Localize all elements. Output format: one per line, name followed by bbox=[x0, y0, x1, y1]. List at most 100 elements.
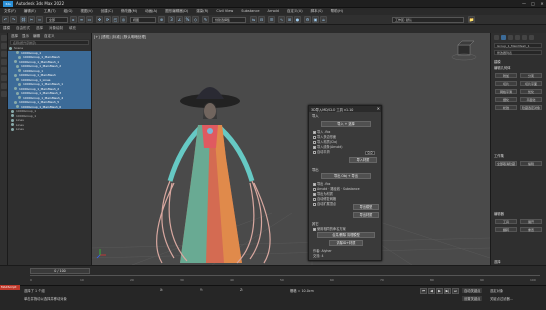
ribbon-tab-2[interactable]: 选择 bbox=[33, 25, 46, 32]
timeline[interactable]: 0 / 100 0 10 20 30 40 50 60 70 80 90 100 bbox=[0, 265, 546, 285]
place-icon[interactable]: ◎ bbox=[120, 16, 127, 23]
spinner-snap-icon[interactable]: ◇ bbox=[192, 16, 199, 23]
visibility-icon[interactable] bbox=[11, 118, 14, 122]
export-model-button[interactable]: 导出模型 bbox=[353, 204, 379, 210]
command-panel-button[interactable]: 切片平面 bbox=[520, 81, 542, 86]
dialog-checkbox-row[interactable]: 自动平滑 bbox=[313, 149, 330, 154]
create-tab-icon[interactable] bbox=[494, 35, 499, 40]
edit-named-selection-icon[interactable]: ✎ bbox=[202, 16, 209, 23]
play-icon[interactable]: ▶ bbox=[436, 288, 443, 294]
visibility-icon[interactable] bbox=[14, 100, 17, 104]
command-panel-button[interactable]: 附加 bbox=[495, 73, 517, 78]
select-object-icon[interactable]: ▸ bbox=[70, 16, 77, 23]
move-icon[interactable]: ✥ bbox=[96, 16, 103, 23]
percent-snap-icon[interactable]: % bbox=[184, 16, 191, 23]
selection-filter-dropdown[interactable]: 全部 bbox=[46, 17, 68, 23]
checkbox-icon[interactable] bbox=[313, 202, 316, 206]
visibility-icon[interactable] bbox=[14, 73, 17, 77]
link-icon[interactable]: ⛓ bbox=[20, 16, 27, 23]
command-panel-button[interactable]: 优化 bbox=[520, 89, 542, 94]
menu-item-13[interactable]: 自定义(U) bbox=[283, 8, 307, 15]
schematic-view-icon[interactable]: ⊞ bbox=[286, 16, 293, 23]
display-tab-icon[interactable] bbox=[522, 35, 527, 40]
export-obj-button[interactable]: 导出 Obj + 导出 bbox=[321, 173, 371, 179]
section-workset[interactable]: 工作集 bbox=[494, 153, 504, 158]
visibility-icon[interactable] bbox=[16, 64, 19, 68]
snap-toggle-icon[interactable]: 3 bbox=[168, 16, 175, 23]
ribbon-tab-1[interactable]: 自由形式 bbox=[13, 25, 33, 32]
bind-space-warp-icon[interactable]: ≈ bbox=[36, 16, 43, 23]
visibility-icon[interactable] bbox=[16, 51, 19, 54]
menu-item-11[interactable]: Substance bbox=[237, 8, 263, 14]
section-editor[interactable]: 编辑器 bbox=[494, 211, 504, 216]
dialog-checkbox-row[interactable]: 使用相同的命名方案 bbox=[313, 226, 346, 231]
section-select[interactable]: 选择 bbox=[494, 259, 501, 264]
menu-item-6[interactable]: 修改器(M) bbox=[117, 8, 141, 15]
motion-tab-icon[interactable] bbox=[515, 35, 520, 40]
menu-item-4[interactable]: 视图(V) bbox=[77, 8, 97, 15]
visibility-icon[interactable] bbox=[18, 69, 21, 72]
scene-tab-0[interactable]: 选择 bbox=[11, 34, 18, 38]
visibility-icon[interactable] bbox=[16, 105, 19, 108]
visibility-icon[interactable] bbox=[11, 109, 14, 113]
menu-item-9[interactable]: 渲染(R) bbox=[192, 8, 212, 15]
import-material-button[interactable]: 导入材质 bbox=[349, 157, 377, 163]
auto-key-button[interactable]: 自动关键点 bbox=[462, 288, 483, 293]
curve-editor-icon[interactable]: ∿ bbox=[278, 16, 285, 23]
modifier-list-dropdown[interactable]: 修改器列表 bbox=[494, 50, 542, 55]
layer-explorer-icon[interactable]: ☰ bbox=[268, 16, 275, 23]
helper-icon[interactable] bbox=[1, 91, 7, 97]
clear-id-material-button[interactable]: 清除ID+材质 bbox=[329, 240, 363, 246]
maxscript-listener[interactable]: MAXScript bbox=[0, 285, 20, 290]
app-icon[interactable]: 3ds bbox=[3, 1, 13, 7]
menu-item-2[interactable]: 工具(T) bbox=[40, 8, 60, 15]
hierarchy-tab-icon[interactable] bbox=[508, 35, 513, 40]
section-modeling[interactable]: 建模 bbox=[494, 59, 501, 64]
menu-item-14[interactable]: 脚本(S) bbox=[307, 8, 327, 15]
pivot-icon[interactable]: ⊕ bbox=[158, 16, 165, 23]
minimize-button[interactable]: — bbox=[520, 1, 528, 7]
utilities-tab-icon[interactable] bbox=[529, 35, 534, 40]
checkbox-icon[interactable] bbox=[313, 227, 316, 231]
ribbon-tab-0[interactable]: 建模 bbox=[0, 25, 13, 32]
merge-clean-button[interactable]: 合并/删除 清理模型 bbox=[317, 232, 375, 238]
folder-icon[interactable]: 📁 bbox=[468, 16, 475, 23]
menu-item-3[interactable]: 组(G) bbox=[60, 8, 77, 15]
rendered-frame-window-icon[interactable]: ▣ bbox=[312, 16, 319, 23]
smooth-spinner[interactable]: 0.0 bbox=[365, 151, 375, 155]
command-panel-button[interactable]: 编辑 bbox=[520, 161, 542, 166]
command-panel-button[interactable]: 分离 bbox=[520, 73, 542, 78]
menu-item-7[interactable]: 动画(A) bbox=[141, 8, 161, 15]
geometry-icon[interactable] bbox=[1, 59, 7, 65]
mirror-icon[interactable]: ⇋ bbox=[250, 16, 257, 23]
time-slider[interactable]: 0 / 100 bbox=[30, 268, 90, 274]
command-panel-button[interactable]: 翻转 bbox=[495, 227, 517, 232]
menu-item-10[interactable]: Civil View bbox=[212, 8, 237, 14]
select-by-name-icon[interactable]: ≡ bbox=[78, 16, 85, 23]
dialog-checkbox-row[interactable]: 自动扩展顶点 bbox=[313, 201, 336, 206]
camera-icon[interactable] bbox=[1, 83, 7, 89]
material-editor-icon[interactable]: ● bbox=[294, 16, 301, 23]
scene-search-input[interactable]: 名称(按升序排序) bbox=[10, 40, 89, 45]
menu-item-0[interactable]: 文件(F) bbox=[0, 8, 20, 15]
selected-object-dropdown[interactable]: 选定对象 bbox=[490, 288, 503, 293]
render-icon[interactable]: ☕ bbox=[320, 16, 327, 23]
tree-row[interactable]: Lines bbox=[8, 127, 91, 132]
select-tool-icon[interactable] bbox=[1, 35, 7, 41]
command-panel-button[interactable]: 切片 bbox=[495, 81, 517, 86]
perspective-viewport[interactable]: [+] [透视] [标准] [默认明暗处理] bbox=[92, 33, 490, 265]
create-selection-set-dropdown[interactable]: 创建选择集 bbox=[212, 17, 246, 23]
key-filters-button[interactable]: 关键点过滤器... bbox=[490, 296, 513, 301]
render-setup-icon[interactable]: ⚙ bbox=[304, 16, 311, 23]
go-to-end-icon[interactable]: ⏭ bbox=[452, 288, 459, 294]
menu-item-5[interactable]: 创建(C) bbox=[97, 8, 117, 15]
align-icon[interactable]: ⊟ bbox=[258, 16, 265, 23]
redo-icon[interactable]: ↷ bbox=[10, 16, 17, 23]
reference-coordinate-dropdown[interactable]: 视图 bbox=[130, 17, 156, 23]
command-panel-button[interactable]: 重置 bbox=[520, 227, 542, 232]
shape-icon[interactable] bbox=[1, 67, 7, 73]
previous-frame-icon[interactable]: ◀ bbox=[428, 288, 435, 294]
ribbon-tab-4[interactable]: 填充 bbox=[66, 25, 79, 32]
command-panel-button[interactable]: 全部取消隐藏 bbox=[495, 161, 517, 166]
visibility-icon[interactable] bbox=[18, 96, 21, 99]
